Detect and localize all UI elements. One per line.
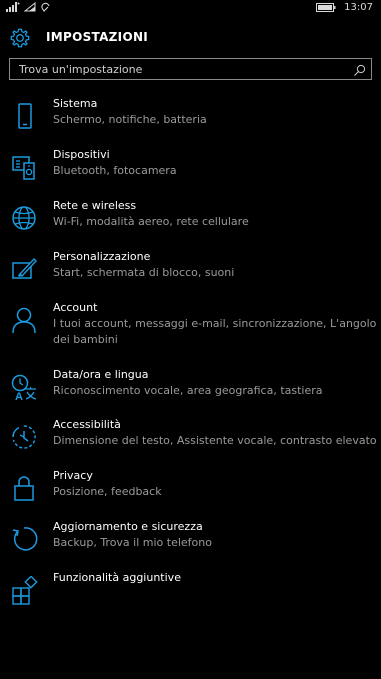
settings-item-title: Aggiornamento e sicurezza: [53, 520, 203, 533]
settings-item-subtitle: Schermo, notifiche, batteria: [53, 113, 207, 126]
wifi-icon: [24, 2, 36, 12]
settings-item-accessibilita[interactable]: Accessibilità Dimensione del testo, Assi…: [0, 417, 381, 468]
clock: 13:07: [344, 2, 373, 13]
settings-item-subtitle: Bluetooth, fotocamera: [53, 164, 177, 177]
accessibility-icon: [10, 423, 40, 453]
search-icon[interactable]: [353, 62, 366, 76]
status-bar: 13:07: [0, 0, 381, 18]
settings-item-aggiornamento-sicurezza[interactable]: Aggiornamento e sicurezza Backup, Trova …: [0, 519, 381, 570]
settings-item-account[interactable]: Account I tuoi account, messaggi e-mail,…: [0, 300, 381, 367]
settings-item-subtitle: Dimensione del testo, Assistente vocale,…: [53, 434, 377, 447]
settings-item-privacy[interactable]: Privacy Posizione, feedback: [0, 468, 381, 519]
settings-item-data-ora-lingua[interactable]: A Data/ora e lingua Riconoscimento vocal…: [0, 367, 381, 417]
settings-list: Sistema Schermo, notifiche, batteria Dis…: [0, 96, 381, 610]
devices-icon: [10, 153, 40, 183]
phone-icon: [10, 102, 40, 132]
settings-item-subtitle: Start, schermata di blocco, suoni: [53, 266, 235, 279]
settings-item-subtitle: I tuoi account, messaggi e-mail, sincron…: [53, 317, 377, 346]
settings-item-title: Rete e wireless: [53, 199, 137, 212]
status-icons-left: [6, 2, 51, 12]
extras-icon: [10, 576, 40, 606]
settings-item-subtitle: Riconoscimento vocale, area geografica, …: [53, 384, 323, 397]
settings-item-title: Funzionalità aggiuntive: [53, 571, 181, 584]
globe-icon: [10, 204, 40, 234]
page-header: IMPOSTAZIONI: [0, 24, 381, 52]
settings-item-subtitle: Posizione, feedback: [53, 485, 162, 498]
signal-icon: [6, 2, 20, 12]
person-icon: [10, 306, 40, 336]
settings-item-rete-wireless[interactable]: Rete e wireless Wi-Fi, modalità aereo, r…: [0, 198, 381, 249]
settings-item-subtitle: Backup, Trova il mio telefono: [53, 536, 212, 549]
settings-item-funzionalita-aggiuntive[interactable]: Funzionalità aggiuntive: [0, 570, 381, 610]
status-icons-right: 13:07: [316, 2, 373, 13]
battery-icon: [316, 3, 336, 12]
lock-icon: [10, 474, 40, 504]
search-box[interactable]: [9, 58, 372, 80]
settings-item-title: Account: [53, 301, 98, 314]
time-language-icon: A: [10, 373, 40, 403]
settings-item-title: Sistema: [53, 97, 98, 110]
page-title: IMPOSTAZIONI: [46, 30, 149, 44]
settings-item-sistema[interactable]: Sistema Schermo, notifiche, batteria: [0, 96, 381, 147]
settings-item-title: Privacy: [53, 469, 93, 482]
settings-item-title: Dispositivi: [53, 148, 110, 161]
settings-item-title: Personalizzazione: [53, 250, 151, 263]
settings-item-personalizzazione[interactable]: Personalizzazione Start, schermata di bl…: [0, 249, 381, 300]
settings-item-title: Accessibilità: [53, 418, 121, 431]
sync-icon: [40, 2, 51, 12]
settings-item-title: Data/ora e lingua: [53, 368, 149, 381]
settings-item-dispositivi[interactable]: Dispositivi Bluetooth, fotocamera: [0, 147, 381, 198]
settings-item-subtitle: Wi-Fi, modalità aereo, rete cellulare: [53, 215, 249, 228]
personalize-icon: [10, 255, 40, 285]
search-input[interactable]: [10, 59, 340, 79]
svg-text:A: A: [15, 391, 23, 403]
gear-icon: [9, 27, 31, 49]
update-icon: [10, 525, 40, 555]
